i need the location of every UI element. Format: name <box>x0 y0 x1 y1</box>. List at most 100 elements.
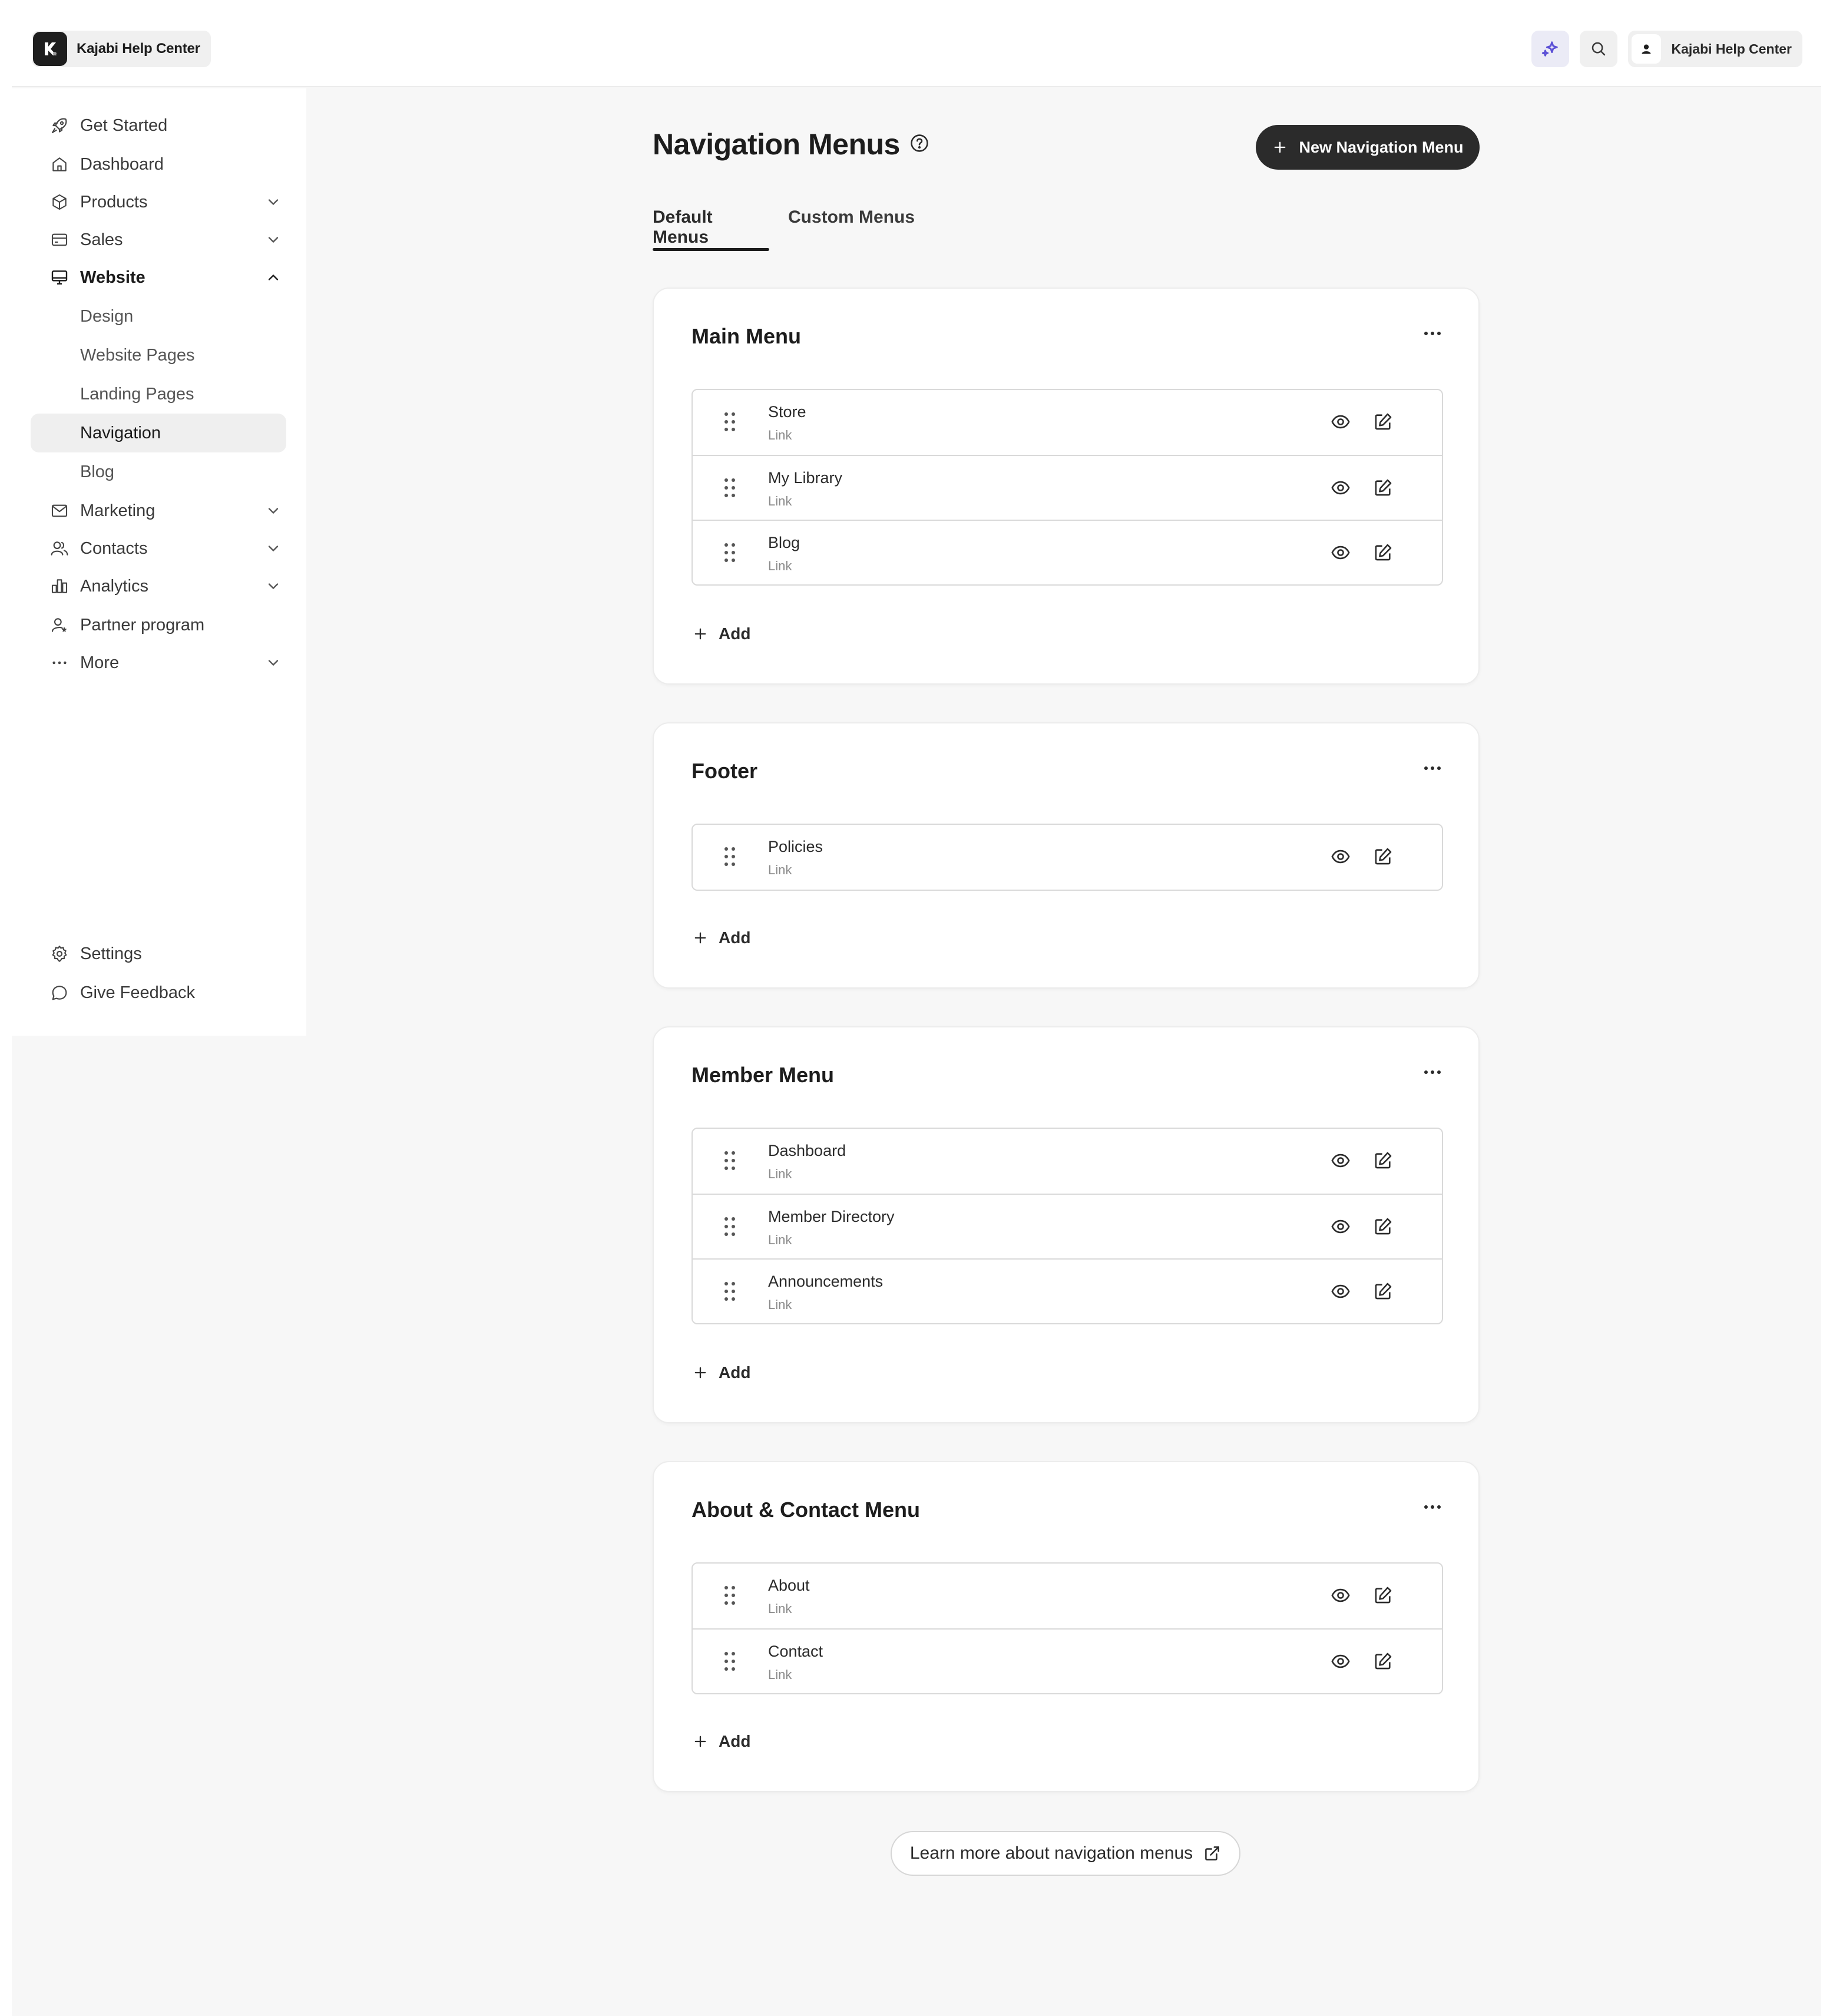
more-options-button[interactable] <box>1421 1500 1444 1514</box>
menu-item-name: Blog <box>768 534 800 551</box>
chevron-down-icon <box>268 546 279 552</box>
visibility-toggle[interactable] <box>1329 1280 1352 1303</box>
sidebar-item-get-started[interactable]: Get Started <box>31 106 286 145</box>
edit-icon <box>1375 1152 1392 1169</box>
sidebar-item-website[interactable]: Website <box>31 258 286 297</box>
add-label: Add <box>719 1732 751 1750</box>
chevron-down-icon <box>268 660 279 666</box>
sparkle-icon <box>1541 41 1558 57</box>
edit-button[interactable] <box>1371 845 1395 868</box>
sidebar-item-partner-program[interactable]: Partner program <box>31 606 286 645</box>
drag-handle-icon[interactable] <box>723 477 736 498</box>
edit-button[interactable] <box>1371 410 1395 434</box>
top-actions: Kajabi Help Center <box>1531 31 1802 67</box>
credit-card-icon <box>49 230 70 250</box>
edit-button[interactable] <box>1371 1149 1395 1172</box>
add-menu-item-button[interactable]: Add <box>691 926 750 950</box>
more-options-button[interactable] <box>1421 1065 1444 1079</box>
help-circle-icon[interactable] <box>909 133 929 153</box>
drag-handle-icon[interactable] <box>723 1585 736 1606</box>
sidebar-item-label: Website Pages <box>80 345 195 365</box>
drag-handle-icon[interactable] <box>723 1281 736 1302</box>
sidebar-item-label: Settings <box>80 944 142 963</box>
sidebar-item-label: Partner program <box>80 615 205 634</box>
learn-more-link[interactable]: Learn more about navigation menus <box>891 1831 1240 1876</box>
edit-button[interactable] <box>1371 541 1395 564</box>
chevron-down-icon <box>268 583 279 590</box>
message-circle-icon <box>49 983 70 1003</box>
menu-card-title: Footer <box>691 759 757 783</box>
visibility-toggle[interactable] <box>1329 845 1352 868</box>
sidebar-item-settings[interactable]: Settings <box>31 934 286 973</box>
eye-icon <box>1331 1654 1350 1668</box>
edit-button[interactable] <box>1371 476 1395 500</box>
monitor-icon <box>49 267 70 287</box>
menu-item-row: Announcements Link <box>693 1258 1442 1323</box>
sidebar-subitem-website-pages[interactable]: Website Pages <box>31 336 286 375</box>
home-icon <box>49 154 70 174</box>
visibility-toggle[interactable] <box>1329 541 1352 564</box>
search-button[interactable] <box>1579 31 1617 67</box>
edit-icon <box>1375 1283 1392 1300</box>
drag-handle-icon[interactable] <box>723 846 736 867</box>
menu-items-list: About Link Contact Link <box>691 1562 1443 1694</box>
visibility-toggle[interactable] <box>1329 1650 1352 1673</box>
tab-custom-menus[interactable]: Custom Menus <box>788 207 915 251</box>
more-horizontal-icon <box>1424 1505 1441 1509</box>
menu-item-type: Link <box>768 428 792 442</box>
drag-handle-icon[interactable] <box>723 411 736 432</box>
visibility-toggle[interactable] <box>1329 1584 1352 1607</box>
new-navigation-menu-button[interactable]: New Navigation Menu <box>1256 125 1480 170</box>
sidebar-item-analytics[interactable]: Analytics <box>31 567 286 606</box>
sidebar-subitem-navigation[interactable]: Navigation <box>31 414 286 452</box>
sidebar-item-give-feedback[interactable]: Give Feedback <box>31 973 286 1012</box>
plus-icon <box>691 625 709 643</box>
sidebar-subitem-landing-pages[interactable]: Landing Pages <box>31 375 286 414</box>
sidebar-item-marketing[interactable]: Marketing <box>31 491 286 530</box>
more-horizontal-icon <box>1424 332 1441 335</box>
drag-handle-icon[interactable] <box>723 1150 736 1171</box>
drag-handle-icon[interactable] <box>723 1651 736 1672</box>
sidebar-item-contacts[interactable]: Contacts <box>31 529 286 568</box>
sidebar-item-dashboard[interactable]: Dashboard <box>31 145 286 184</box>
menu-items-list: Dashboard Link Member Directory Link Ann… <box>691 1128 1443 1324</box>
more-horizontal-icon <box>49 653 70 673</box>
sidebar-item-products[interactable]: Products <box>31 183 286 222</box>
menu-item-type: Link <box>768 1297 792 1312</box>
visibility-toggle[interactable] <box>1329 1149 1352 1172</box>
more-options-button[interactable] <box>1421 761 1444 775</box>
plus-icon <box>691 1733 709 1750</box>
edit-button[interactable] <box>1371 1280 1395 1303</box>
tab-default-menus[interactable]: Default Menus <box>653 207 769 251</box>
drag-handle-icon[interactable] <box>723 542 736 563</box>
edit-button[interactable] <box>1371 1650 1395 1673</box>
menu-item-row: About Link <box>693 1564 1442 1628</box>
brand-switcher[interactable]: Kajabi Help Center <box>32 31 211 67</box>
sidebar-item-label: Dashboard <box>80 154 164 174</box>
gear-icon <box>49 944 70 964</box>
menu-item-row: Policies Link <box>693 825 1442 890</box>
sidebar-item-more[interactable]: More <box>31 643 286 682</box>
add-menu-item-button[interactable]: Add <box>691 622 750 646</box>
sidebar-subitem-design[interactable]: Design <box>31 297 286 336</box>
user-icon <box>1642 44 1650 54</box>
add-menu-item-button[interactable]: Add <box>691 1361 750 1384</box>
edit-button[interactable] <box>1371 1215 1395 1238</box>
visibility-toggle[interactable] <box>1329 476 1352 500</box>
menu-card-title: About & Contact Menu <box>691 1498 920 1522</box>
menu-card-main-menu: Main Menu Store Link My Library Link Blo… <box>653 287 1480 685</box>
drag-handle-icon[interactable] <box>723 1216 736 1237</box>
ai-assistant-button[interactable] <box>1531 31 1569 67</box>
menu-item-name: Store <box>768 403 806 421</box>
sidebar-subitem-blog[interactable]: Blog <box>31 452 286 491</box>
sidebar-item-label: Landing Pages <box>80 384 194 404</box>
sidebar-item-sales[interactable]: Sales <box>31 220 286 259</box>
account-menu-button[interactable]: Kajabi Help Center <box>1627 31 1802 67</box>
sidebar-item-label: Navigation <box>80 423 161 442</box>
add-menu-item-button[interactable]: Add <box>691 1730 750 1753</box>
more-options-button[interactable] <box>1421 326 1444 341</box>
visibility-toggle[interactable] <box>1329 1215 1352 1238</box>
edit-button[interactable] <box>1371 1584 1395 1607</box>
visibility-toggle[interactable] <box>1329 410 1352 434</box>
chevron-up-icon <box>268 274 279 280</box>
